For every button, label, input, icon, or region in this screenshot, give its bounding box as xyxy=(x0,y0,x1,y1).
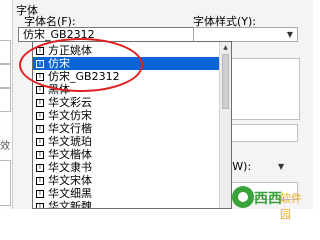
left-panel-mark: 效 xyxy=(0,141,10,152)
watermark-site-suffix: 软件园 xyxy=(280,192,302,221)
font-list-item-label: 华文仿宋 xyxy=(48,109,92,122)
font-size-field[interactable] xyxy=(226,124,298,142)
truetype-font-icon: T xyxy=(36,112,44,120)
font-list-item[interactable]: T 华文宋体 xyxy=(33,174,221,187)
font-list-item-label: 华文行楷 xyxy=(48,122,92,135)
font-list-item-label: 华文细黑 xyxy=(48,187,92,200)
font-list-item-label: 华文楷体 xyxy=(48,148,92,161)
truetype-font-icon: T xyxy=(36,190,44,198)
truetype-font-icon: T xyxy=(36,86,44,94)
left-panel-box xyxy=(0,40,11,64)
font-dialog: 效 字体 字体名(F): 字体样式(Y): 仿宋_GB2312 ▼ ▼ (W):… xyxy=(0,0,313,221)
font-list-item-label: 华文彩云 xyxy=(48,96,92,109)
truetype-font-icon: T xyxy=(36,203,44,208)
font-style-combobox[interactable]: ▼ xyxy=(193,27,298,42)
truetype-font-icon: T xyxy=(36,164,44,172)
annotation-circle xyxy=(19,38,143,92)
font-list-item[interactable]: T 华文仿宋 xyxy=(33,109,221,122)
truetype-font-icon: T xyxy=(36,177,44,185)
font-style-list[interactable] xyxy=(226,58,300,120)
font-list-item-label: 华文琥珀 xyxy=(48,135,92,148)
font-list-item-label: 华文隶书 xyxy=(48,161,92,174)
font-list-item[interactable]: T 华文新魏 xyxy=(33,200,221,209)
truetype-font-icon: T xyxy=(36,99,44,107)
left-panel-box xyxy=(0,64,11,88)
font-list-item[interactable]: T 华文隶书 xyxy=(33,161,221,174)
font-list-item[interactable]: T 华文彩云 xyxy=(33,96,221,109)
font-list-item[interactable]: T 华文细黑 xyxy=(33,187,221,200)
truetype-font-icon: T xyxy=(36,151,44,159)
left-panel-box xyxy=(0,88,11,112)
font-list-item-label: 华文宋体 xyxy=(48,174,92,187)
watermark-logo-icon xyxy=(232,186,254,208)
chevron-down-icon[interactable]: ▼ xyxy=(284,29,296,40)
left-panel: 效 xyxy=(0,0,13,209)
font-list-item[interactable]: T 华文楷体 xyxy=(33,148,221,161)
font-list-item[interactable]: T 华文琥珀 xyxy=(33,135,221,148)
vertical-scrollbar[interactable]: ▲ xyxy=(219,42,231,208)
truetype-font-icon: T xyxy=(36,125,44,133)
left-panel-box xyxy=(0,160,11,206)
font-list-item-label: 华文新魏 xyxy=(48,200,92,209)
truetype-font-icon: T xyxy=(36,138,44,146)
font-list-item[interactable]: T 华文行楷 xyxy=(33,122,221,135)
watermark: 西西 软件园 xyxy=(232,186,311,221)
watermark-site-name: 西西 xyxy=(254,191,282,207)
scrollbar-thumb[interactable] xyxy=(222,54,229,109)
scroll-up-icon[interactable]: ▲ xyxy=(221,43,230,52)
chevron-down-icon[interactable]: ▼ xyxy=(278,162,284,171)
